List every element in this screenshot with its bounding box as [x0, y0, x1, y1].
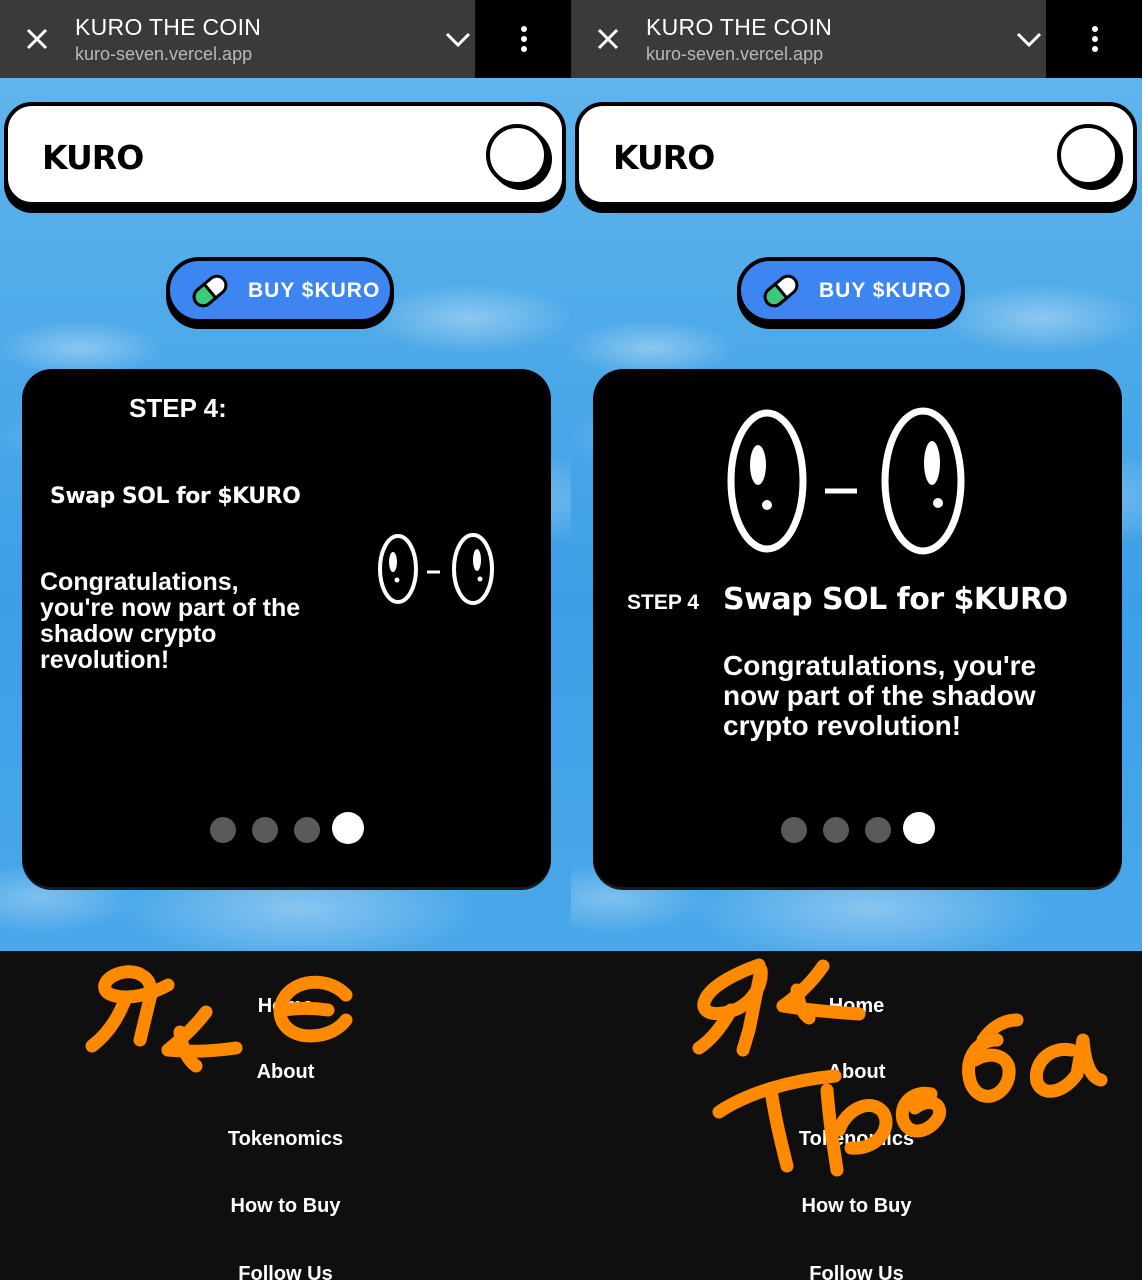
- step-description: Congratulations, you're now part of the …: [40, 568, 301, 674]
- right-screenshot: KURO THE COIN kuro-seven.vercel.app KURO…: [571, 0, 1142, 1280]
- footer-link-tokenomics[interactable]: Tokenomics: [571, 1128, 1142, 1151]
- page-url[interactable]: kuro-seven.vercel.app: [75, 44, 252, 65]
- left-screenshot: KURO THE COIN kuro-seven.vercel.app KURO…: [0, 0, 571, 1280]
- site-header: KURO: [4, 102, 566, 206]
- browser-toolbar: KURO THE COIN kuro-seven.vercel.app: [0, 0, 571, 78]
- more-vert-icon: [521, 26, 527, 52]
- carousel-dot-4[interactable]: [332, 812, 364, 844]
- site-header: KURO: [575, 102, 1137, 206]
- more-vert-icon: [1092, 26, 1098, 52]
- browser-toolbar: KURO THE COIN kuro-seven.vercel.app: [571, 0, 1142, 78]
- carousel-dot-1[interactable]: [210, 817, 236, 843]
- carousel-dot-1[interactable]: [781, 817, 807, 843]
- carousel-dot-2[interactable]: [252, 817, 278, 843]
- menu-toggle-button[interactable]: [486, 124, 548, 186]
- site-footer: Home About Tokenomics How to Buy Follow …: [571, 951, 1142, 1280]
- kuro-eyes-icon: [378, 533, 494, 605]
- footer-follow-us: Follow Us: [238, 1263, 333, 1280]
- site-footer: Home About Tokenomics How to Buy Follow …: [0, 951, 571, 1280]
- footer-follow-us: Follow Us: [809, 1263, 904, 1280]
- close-icon[interactable]: [595, 26, 621, 52]
- pill-icon: [763, 274, 799, 308]
- carousel-dot-4[interactable]: [903, 812, 935, 844]
- carousel-dot-2[interactable]: [823, 817, 849, 843]
- more-menu-button[interactable]: [1046, 0, 1142, 78]
- chevron-down-icon[interactable]: [1015, 28, 1043, 50]
- close-icon[interactable]: [24, 26, 50, 52]
- step-label: STEP 4:: [129, 393, 227, 423]
- buy-button[interactable]: BUY $KURO: [166, 257, 394, 323]
- how-to-buy-card: STEP 4: Swap SOL for $KURO Congratulatio…: [22, 369, 551, 887]
- page-title: KURO THE COIN: [75, 14, 262, 40]
- pill-icon: [192, 274, 228, 308]
- footer-link-about[interactable]: About: [571, 1061, 1142, 1084]
- kuro-eyes-icon: [727, 407, 965, 555]
- footer-link-home[interactable]: Home: [0, 995, 571, 1018]
- buy-button[interactable]: BUY $KURO: [737, 257, 965, 323]
- menu-toggle-button[interactable]: [1057, 124, 1119, 186]
- carousel-dot-3[interactable]: [294, 817, 320, 843]
- footer-link-tokenomics[interactable]: Tokenomics: [0, 1128, 571, 1151]
- step-description: Congratulations, you're now part of the …: [723, 650, 1037, 741]
- more-menu-button[interactable]: [475, 0, 571, 78]
- buy-button-label: BUY $KURO: [819, 279, 952, 302]
- footer-link-about[interactable]: About: [0, 1061, 571, 1084]
- site-logo[interactable]: KURO: [613, 138, 715, 177]
- footer-link-how-to-buy[interactable]: How to Buy: [0, 1195, 571, 1218]
- step-label: STEP 4: [627, 591, 699, 614]
- step-heading: Swap SOL for $KURO: [50, 484, 301, 509]
- how-to-buy-card: STEP 4 Swap SOL for $KURO Congratulation…: [593, 369, 1122, 887]
- page-title: KURO THE COIN: [646, 14, 833, 40]
- buy-button-label: BUY $KURO: [248, 279, 381, 302]
- footer-link-how-to-buy[interactable]: How to Buy: [571, 1195, 1142, 1218]
- step-heading: Swap SOL for $KURO: [723, 582, 1068, 617]
- footer-link-home[interactable]: Home: [571, 995, 1142, 1018]
- page-url[interactable]: kuro-seven.vercel.app: [646, 44, 823, 65]
- chevron-down-icon[interactable]: [444, 28, 472, 50]
- carousel-dot-3[interactable]: [865, 817, 891, 843]
- site-logo[interactable]: KURO: [42, 138, 144, 177]
